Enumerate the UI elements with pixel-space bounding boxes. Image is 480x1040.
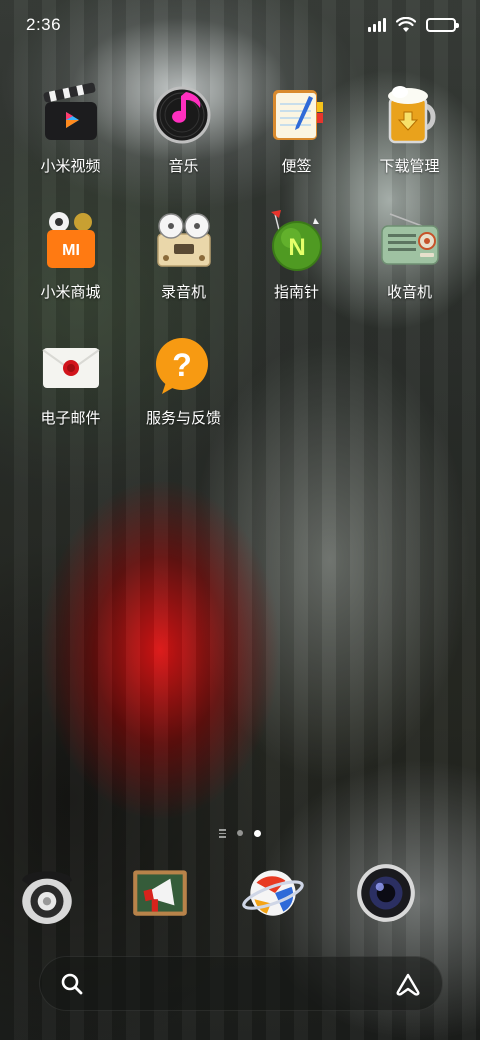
svg-text:?: ?: [172, 347, 192, 383]
app-grid: 小米视频 音乐 便签 下载管理 MI 小米商城 录音机 N 指南针 收音机 电子…: [14, 82, 466, 436]
dock: [14, 860, 466, 930]
app-label: 音乐: [168, 157, 199, 175]
app-download-manager[interactable]: 下载管理: [353, 82, 466, 184]
app-compass[interactable]: N 指南针: [240, 208, 353, 310]
app-label: 小米视频: [40, 157, 101, 175]
svg-text:MI: MI: [62, 242, 80, 259]
app-label: 便签: [281, 157, 312, 175]
signal-strength-icon: [368, 18, 386, 32]
soccer-ball-planet-icon: [242, 870, 304, 916]
question-bubble-icon: ?: [155, 338, 208, 394]
app-label: 电子邮件: [40, 409, 101, 427]
camera-lens-icon: [357, 864, 415, 922]
app-radio[interactable]: 收音机: [353, 208, 466, 310]
page-dot[interactable]: [237, 830, 243, 837]
compass-grass-icon: N: [270, 210, 322, 271]
app-label: 收音机: [386, 283, 432, 301]
status-icons: [368, 17, 459, 33]
assistant-a-icon[interactable]: [394, 972, 422, 996]
app-service-feedback[interactable]: ? 服务与反馈: [127, 334, 240, 436]
chalkboard-megaphone-icon: [133, 870, 187, 916]
radio-icon: [380, 213, 439, 265]
page-dot-active[interactable]: [254, 829, 261, 837]
envelope-icon: [41, 348, 100, 388]
rotary-phone-icon: [22, 871, 72, 924]
dock-camera[interactable]: [353, 860, 466, 930]
app-label: 指南针: [273, 283, 319, 301]
status-bar: 2:36: [0, 0, 480, 50]
page-menu-icon[interactable]: [219, 829, 226, 838]
app-label: 服务与反馈: [145, 409, 221, 427]
dock-themes[interactable]: [127, 860, 240, 930]
video-clapper-icon: [43, 82, 97, 140]
search-bar[interactable]: [39, 956, 443, 1011]
app-label: 小米商城: [40, 283, 101, 301]
wifi-icon: [396, 17, 416, 32]
battery-icon: [426, 18, 459, 32]
beer-mug-icon: [387, 86, 435, 144]
app-mi-store[interactable]: MI 小米商城: [14, 208, 127, 310]
app-label: 录音机: [160, 283, 206, 301]
dock-browser[interactable]: [240, 860, 353, 930]
notepad-icon: [272, 90, 323, 140]
reel-recorder-icon: [156, 213, 211, 267]
app-recorder[interactable]: 录音机: [127, 208, 240, 310]
music-disc-icon: [153, 86, 210, 144]
svg-text:N: N: [288, 234, 305, 261]
app-music[interactable]: 音乐: [127, 82, 240, 184]
search-icon[interactable]: [60, 972, 84, 996]
app-notes[interactable]: 便签: [240, 82, 353, 184]
clock-time: 2:36: [26, 15, 62, 34]
app-label: 下载管理: [379, 157, 440, 175]
app-email[interactable]: 电子邮件: [14, 334, 127, 436]
page-indicator[interactable]: [0, 829, 480, 838]
app-mi-video[interactable]: 小米视频: [14, 82, 127, 184]
mi-shopping-bag-icon: MI: [46, 212, 95, 268]
dock-phone[interactable]: [14, 860, 127, 930]
